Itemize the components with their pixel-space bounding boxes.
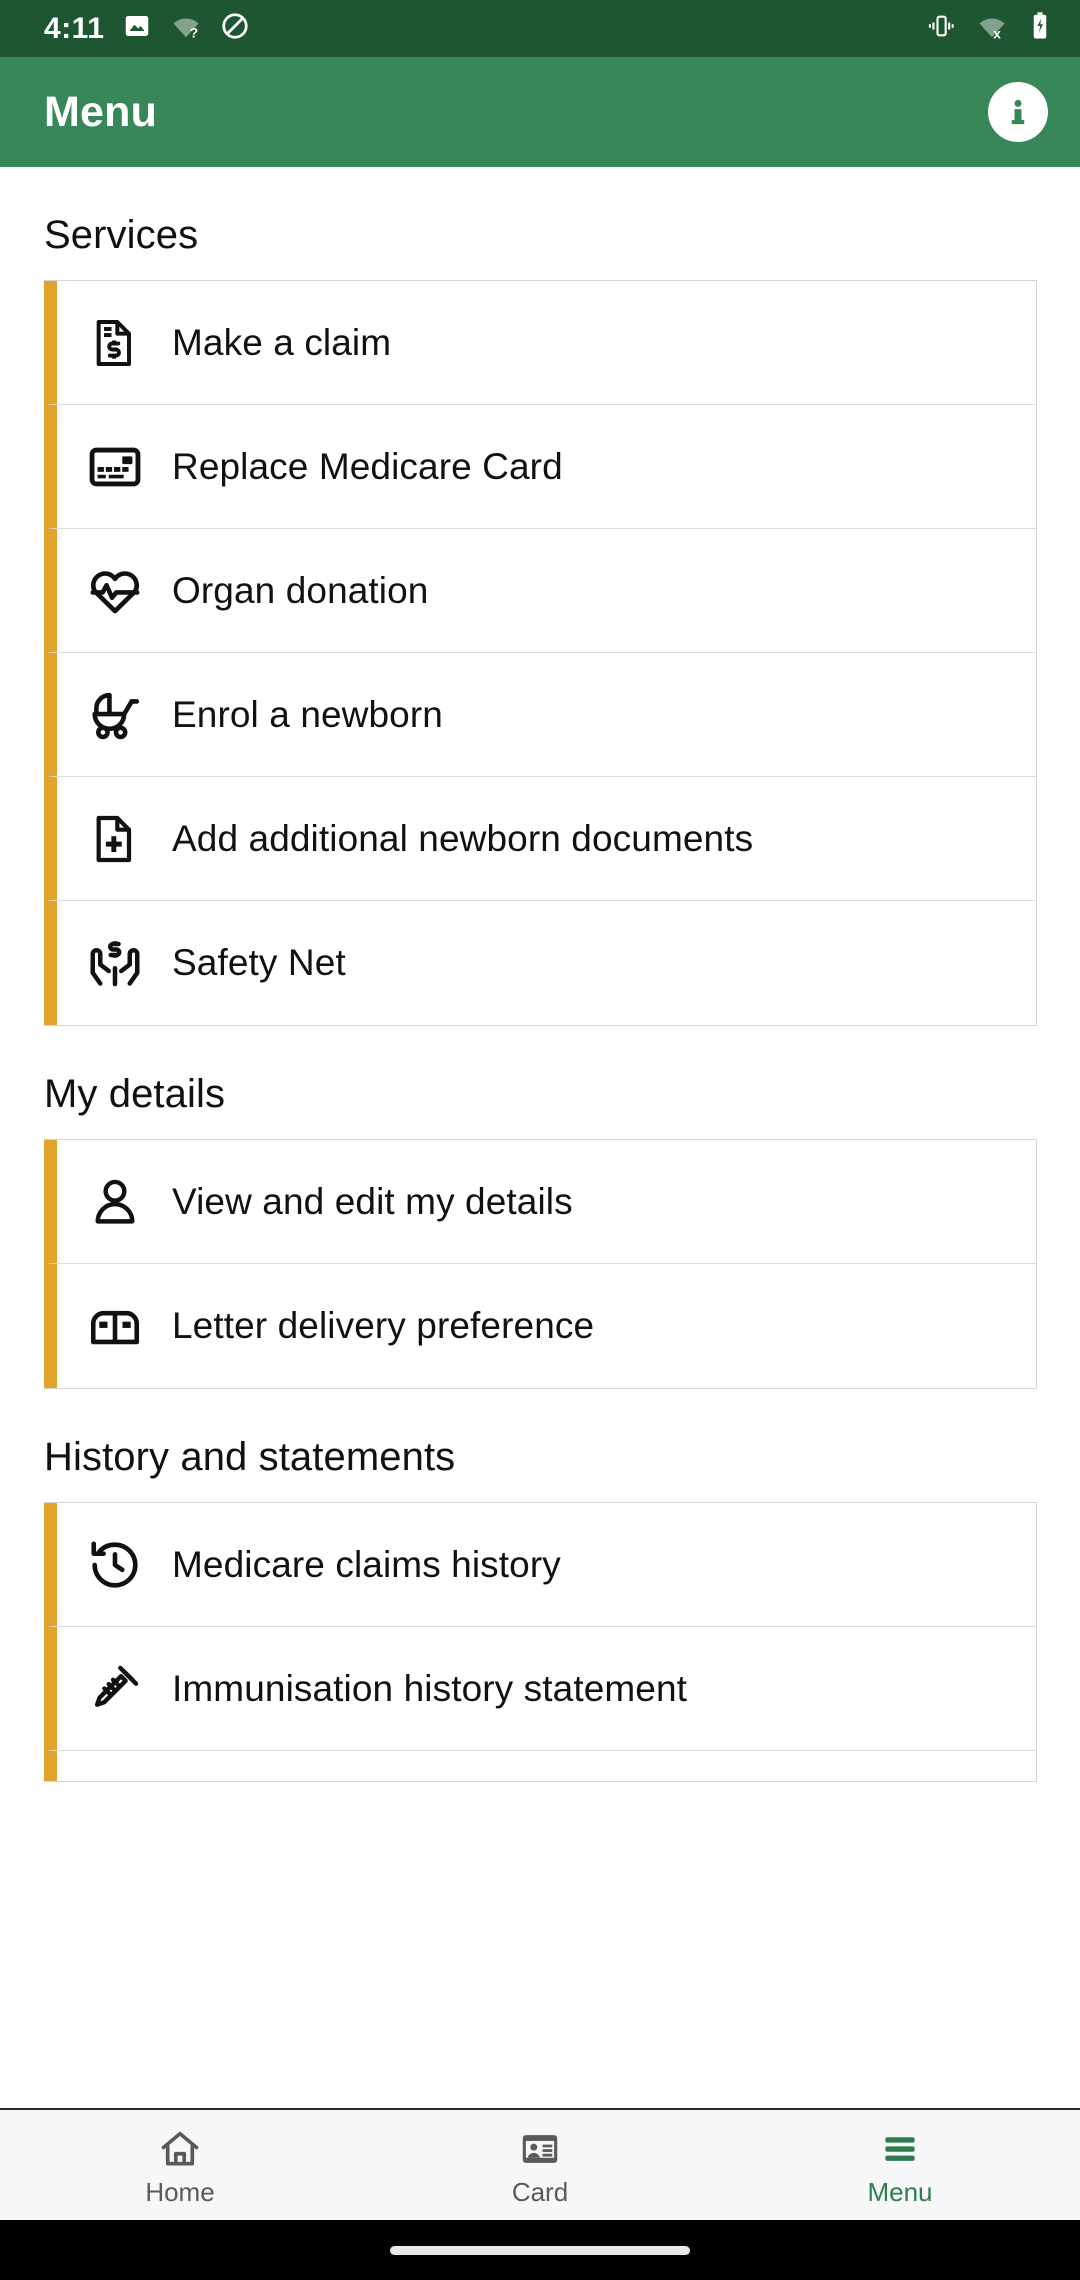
list-item-replace-medicare-card[interactable]: Replace Medicare Card <box>44 405 1036 529</box>
list-item-label: Add additional newborn documents <box>172 817 754 859</box>
bottom-navigation-bar: Home Card Menu <box>0 2108 1080 2220</box>
list-item-label: Organ donation <box>172 569 429 611</box>
list-item-label: Immunisation history statement <box>172 1667 688 1709</box>
list-item-add-additional-newborn-documents[interactable]: Add additional newborn documents <box>44 777 1036 901</box>
list-item-label: Letter delivery preference <box>172 1305 595 1346</box>
nav-tab-label: Card <box>511 2176 569 2207</box>
svg-text:x: x <box>993 27 1001 42</box>
nav-tab-menu[interactable]: Menu <box>720 2110 1080 2220</box>
list-item-safety-net[interactable]: Safety Net <box>44 901 1036 1025</box>
nav-tab-home[interactable]: Home <box>0 2110 360 2220</box>
system-gesture-bar <box>0 2220 1080 2280</box>
info-icon <box>1011 99 1025 125</box>
home-icon <box>157 2123 203 2171</box>
page-title: Menu <box>44 87 158 136</box>
history-clock-icon <box>57 1536 172 1594</box>
list-item-label: Make a claim <box>172 321 392 363</box>
vibrate-icon <box>926 12 956 45</box>
person-icon <box>57 1174 172 1230</box>
document-dollar-icon <box>57 315 172 371</box>
my-details-list: View and edit my details Letter delivery… <box>44 1139 1037 1389</box>
services-list: Make a claim Replace Medicare Card Organ… <box>44 280 1037 1026</box>
list-item-view-and-edit-my-details[interactable]: View and edit my details <box>44 1140 1036 1264</box>
hamburger-icon <box>877 2123 923 2171</box>
syringe-icon <box>57 1660 172 1718</box>
status-bar-right: x <box>926 11 1052 46</box>
info-button[interactable] <box>988 82 1048 142</box>
nav-tab-label: Menu <box>867 2176 933 2207</box>
heart-pulse-icon <box>57 562 172 620</box>
app-bar: Menu <box>0 57 1080 167</box>
status-bar-clock: 4:11 <box>44 11 105 45</box>
section-history-and-statements: History and statements Medicare claims h… <box>0 1389 1080 1782</box>
id-card-icon <box>57 438 172 496</box>
wifi-question-icon: ? <box>170 11 202 46</box>
section-services: Services Make a claim Replace Medicare C… <box>0 167 1080 1026</box>
nav-tab-label: Home <box>145 2176 215 2207</box>
nav-tab-card[interactable]: Card <box>360 2110 720 2220</box>
section-heading: History and statements <box>44 1435 456 1479</box>
history-list: Medicare claims history Immunisation his… <box>44 1502 1037 1782</box>
mailbox-icon <box>57 1297 172 1355</box>
list-item-immunisation-history-statement[interactable]: Immunisation history statement <box>44 1627 1036 1751</box>
section-heading: My details <box>44 1072 226 1116</box>
hands-dollar-icon <box>57 933 172 993</box>
svg-text:?: ? <box>190 25 198 40</box>
do-not-disturb-icon <box>220 11 250 46</box>
stroller-icon <box>57 686 172 744</box>
image-icon <box>122 11 152 46</box>
card-icon <box>517 2123 563 2171</box>
gesture-pill[interactable] <box>390 2245 690 2255</box>
section-heading: Services <box>44 213 199 257</box>
list-item-make-a-claim[interactable]: Make a claim <box>44 281 1036 405</box>
list-item-enrol-a-newborn[interactable]: Enrol a newborn <box>44 653 1036 777</box>
list-item-label: Enrol a newborn <box>172 693 443 735</box>
list-item-medicare-claims-history[interactable]: Medicare claims history <box>44 1503 1036 1627</box>
document-plus-icon <box>57 811 172 867</box>
list-item-organ-donation[interactable]: Organ donation <box>44 529 1036 653</box>
list-item-label: View and edit my details <box>172 1180 573 1222</box>
section-my-details: My details View and edit my details Lett… <box>0 1026 1080 1389</box>
list-item-label: Replace Medicare Card <box>172 445 563 487</box>
battery-charging-icon <box>1028 11 1052 46</box>
status-bar-left: 4:11 ? <box>44 11 250 46</box>
list-item-label: Medicare claims history <box>172 1543 561 1585</box>
status-bar: 4:11 ? x <box>0 0 1080 57</box>
list-item-letter-delivery-preference[interactable]: Letter delivery preference <box>44 1264 1036 1388</box>
menu-scroll-content[interactable]: Services Make a claim Replace Medicare C… <box>0 167 1080 2108</box>
wifi-off-icon: x <box>976 11 1008 46</box>
list-item-label: Safety Net <box>172 942 346 983</box>
list-item-partial-cut-off[interactable] <box>44 1751 1036 1781</box>
